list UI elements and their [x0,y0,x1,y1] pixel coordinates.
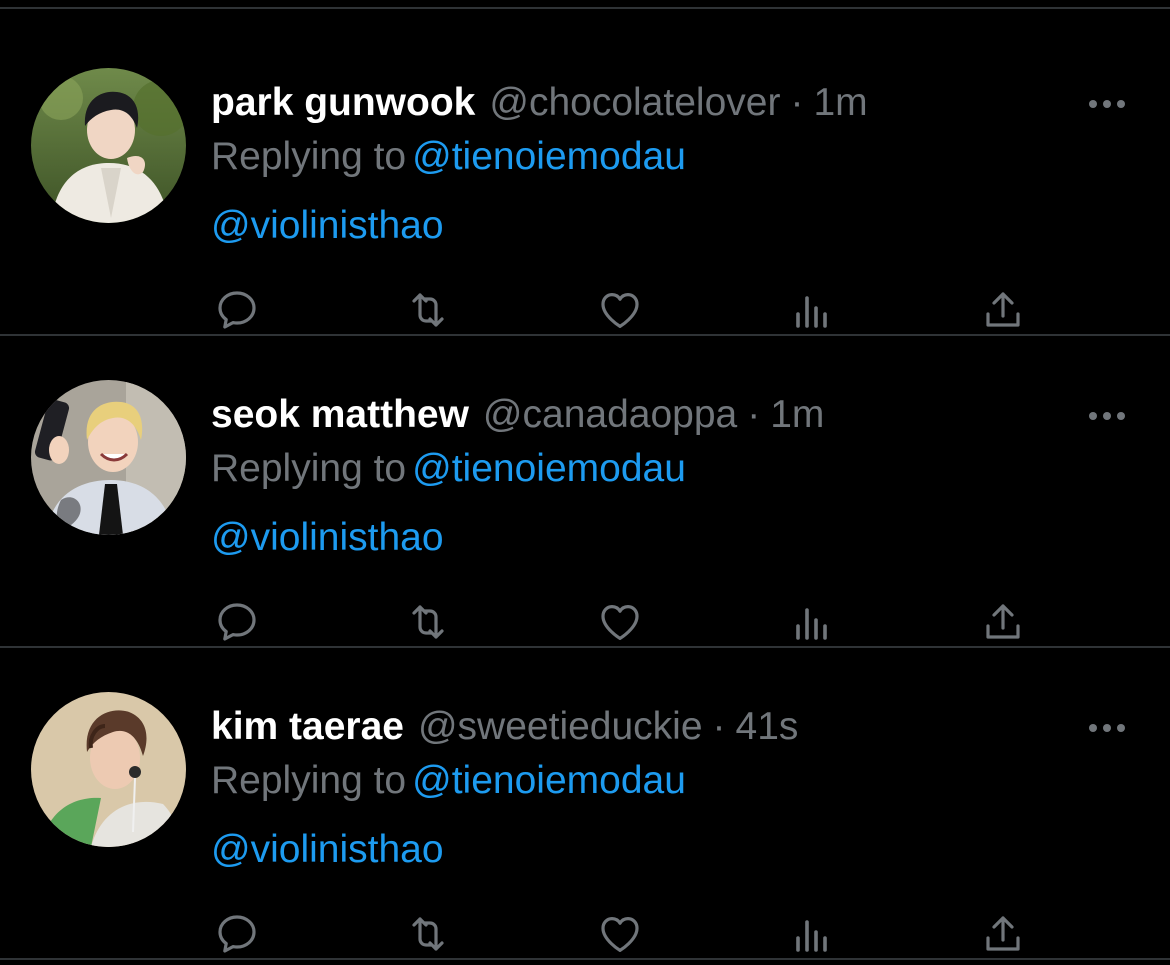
avatar[interactable] [31,692,186,847]
more-horizontal-icon [1089,724,1125,732]
action-bar [0,280,1170,340]
tweet-divider [0,958,1170,960]
mention-link[interactable]: @violinisthao [211,828,444,871]
share-button[interactable] [973,592,1033,652]
retweet-button[interactable] [398,904,458,964]
retweet-button[interactable] [398,592,458,652]
timestamp[interactable]: 41s [736,705,799,748]
reply-bubble-icon [218,291,256,329]
reply-bubble-icon [218,915,256,953]
action-bar [0,592,1170,652]
like-button[interactable] [590,904,650,964]
tweet-item[interactable]: kim taerae @sweetieduckie · 41s Replying to… [0,649,1170,960]
share-upload-icon [986,604,1020,639]
like-button[interactable] [590,592,650,652]
retweet-button[interactable] [398,280,458,340]
avatar[interactable] [31,380,186,535]
views-chart-icon [796,608,827,640]
views-button[interactable] [782,592,842,652]
replying-prefix: Replying to [211,447,407,490]
retweet-icon [412,917,444,951]
mention-link[interactable]: @violinisthao [211,516,444,559]
views-chart-icon [796,296,827,328]
reply-bubble-icon [218,603,256,641]
action-bar [0,904,1170,964]
replying-to: Replying to @tienoiemodau [211,129,686,185]
separator-dot: · [747,393,761,436]
more-horizontal-icon [1089,100,1125,108]
display-name[interactable]: seok matthew [211,393,469,436]
reply-button[interactable] [207,904,267,964]
views-chart-icon [796,920,827,952]
more-options-button[interactable] [1082,86,1132,122]
retweet-icon [412,605,444,639]
avatar[interactable] [31,68,186,223]
replying-to: Replying to @tienoiemodau [211,753,686,809]
tweet-item[interactable]: park gunwook @chocolatelover · 1m Replying … [0,25,1170,336]
more-options-button[interactable] [1082,398,1132,434]
like-button[interactable] [590,280,650,340]
share-upload-icon [986,916,1020,951]
retweet-icon [412,293,444,327]
avatar-image [31,692,186,847]
handle[interactable]: @canadaoppa [483,393,737,436]
reply-button[interactable] [207,592,267,652]
mention-link[interactable]: @violinisthao [211,204,444,247]
tweet-divider [0,334,1170,336]
top-divider [0,7,1170,9]
heart-icon [601,293,639,328]
tweet-text: @violinisthao [211,822,444,878]
display-name[interactable]: park gunwook [211,81,475,124]
avatar-image [31,380,186,535]
avatar-image [31,68,186,223]
separator-dot: · [712,705,726,748]
replying-to-mention[interactable]: @tienoiemodau [412,135,686,178]
tweet-header: seok matthew @canadaoppa · 1m [211,387,824,443]
tweet-header: kim taerae @sweetieduckie · 41s [211,699,798,755]
replying-prefix: Replying to [211,135,407,178]
views-button[interactable] [782,904,842,964]
share-button[interactable] [973,280,1033,340]
timestamp[interactable]: 1m [813,81,867,124]
reply-button[interactable] [207,280,267,340]
more-horizontal-icon [1089,412,1125,420]
share-button[interactable] [973,904,1033,964]
handle[interactable]: @chocolatelover [489,81,780,124]
tweet-divider [0,646,1170,648]
replying-prefix: Replying to [211,759,407,802]
display-name[interactable]: kim taerae [211,705,404,748]
share-upload-icon [986,292,1020,327]
timestamp[interactable]: 1m [770,393,824,436]
tweet-header: park gunwook @chocolatelover · 1m [211,75,868,131]
tweet-text: @violinisthao [211,198,444,254]
heart-icon [601,917,639,952]
replying-to: Replying to @tienoiemodau [211,441,686,497]
tweet-item[interactable]: seok matthew @canadaoppa · 1m Replying to @t… [0,337,1170,648]
heart-icon [601,605,639,640]
replying-to-mention[interactable]: @tienoiemodau [412,447,686,490]
tweet-text: @violinisthao [211,510,444,566]
handle[interactable]: @sweetieduckie [418,705,703,748]
more-options-button[interactable] [1082,710,1132,746]
separator-dot: · [790,81,804,124]
views-button[interactable] [782,280,842,340]
replying-to-mention[interactable]: @tienoiemodau [412,759,686,802]
